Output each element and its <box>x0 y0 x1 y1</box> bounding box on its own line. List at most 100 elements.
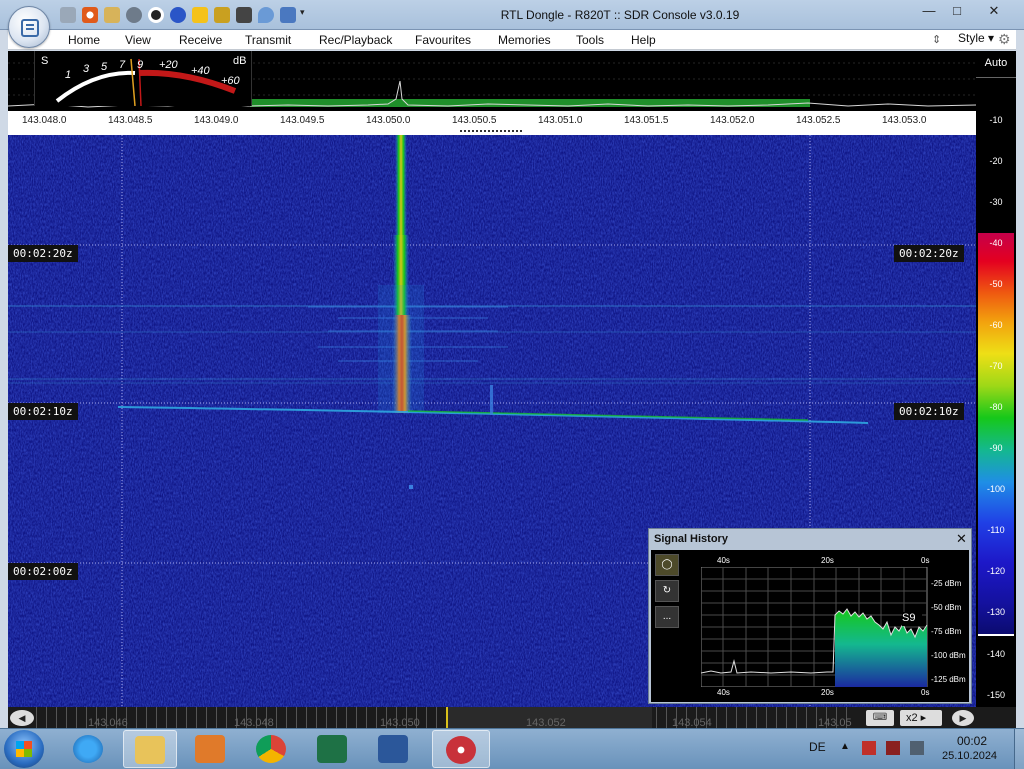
db-tick: -130 <box>986 607 1005 617</box>
camera-icon[interactable] <box>236 7 252 23</box>
tray-flag-icon[interactable] <box>886 741 900 755</box>
auto-button[interactable]: Auto <box>976 57 1016 69</box>
signal-history-title: Signal History <box>654 533 728 545</box>
word-icon <box>378 735 408 763</box>
more-options-button[interactable]: ... <box>655 606 679 628</box>
signal-history-close-button[interactable]: ✕ <box>956 531 967 547</box>
menu-memories[interactable]: Memories <box>498 33 551 47</box>
zoom-selector[interactable]: x2 ▸ <box>900 710 942 726</box>
signal-history-panel: Signal History ✕ ◯ ↻ ... 40s 20s 0s 40s … <box>648 528 972 704</box>
taskbar-chrome[interactable] <box>245 730 299 768</box>
taskbar-explorer[interactable] <box>123 730 177 768</box>
time-label-top: 20s <box>821 556 834 565</box>
splitter-grip[interactable] <box>460 130 522 132</box>
bottom-frequency-bar[interactable]: ◀ 143.046 143.048 143.050 143.052 143.05… <box>8 707 1016 729</box>
dbm-label: -25 dBm <box>931 579 962 588</box>
s-scale-3: 3 <box>83 63 90 75</box>
freq-tick: 143.048.5 <box>108 115 153 126</box>
start-button[interactable] <box>4 730 44 768</box>
lock-icon[interactable] <box>214 7 230 23</box>
signal-history-graph <box>701 567 928 687</box>
menu-favourites[interactable]: Favourites <box>415 33 471 47</box>
clock-date[interactable]: 25.10.2024 <box>942 750 997 762</box>
menu-tools[interactable]: Tools <box>576 33 604 47</box>
db-label: dB <box>233 55 247 67</box>
freq-tick: 143.049.5 <box>280 115 325 126</box>
minimize-button[interactable]: — <box>916 2 942 22</box>
keyboard-icon[interactable]: ⌨ <box>866 710 894 726</box>
settings-gear-icon[interactable]: ⚙ <box>998 31 1011 48</box>
taskbar-media-player[interactable] <box>184 730 238 768</box>
taskbar-internet-explorer[interactable] <box>62 730 116 768</box>
close-button[interactable]: ✕ <box>972 2 1016 22</box>
stop-icon[interactable] <box>148 7 164 23</box>
application-button[interactable] <box>8 6 50 48</box>
s-scale-1: 1 <box>65 69 72 81</box>
menu-transmit[interactable]: Transmit <box>245 33 291 47</box>
show-hidden-icons[interactable]: ▲ <box>840 741 850 752</box>
db-tick: -140 <box>986 649 1005 659</box>
s-scale-7: 7 <box>119 59 126 71</box>
plus40-label: +40 <box>191 65 210 77</box>
spectrum-display[interactable]: S dB 1 3 5 7 9 +20 +40 +60 143.048.0 143… <box>8 51 976 129</box>
menu-help[interactable]: Help <box>631 33 656 47</box>
scroll-left-button[interactable]: ◀ <box>10 710 34 726</box>
add-icon[interactable] <box>170 7 186 23</box>
tray-display-icon[interactable] <box>910 741 924 755</box>
menu-rec-playback[interactable]: Rec/Playback <box>319 33 392 47</box>
record-icon[interactable]: ◯ <box>655 554 679 576</box>
taskbar-excel[interactable] <box>306 730 360 768</box>
freq-tick: 143.052.0 <box>710 115 755 126</box>
freq-tick: 143.053.0 <box>882 115 927 126</box>
style-menu[interactable]: Style ▾ <box>958 31 994 45</box>
home-icon[interactable] <box>60 7 76 23</box>
zoom-value: x2 <box>906 712 918 724</box>
reset-icon[interactable]: ↻ <box>655 580 679 602</box>
clock-time[interactable]: 00:02 <box>957 734 987 748</box>
lifebuoy-icon[interactable] <box>82 7 98 23</box>
db-tick: -150 <box>986 690 1005 700</box>
windows-logo-icon <box>16 741 32 757</box>
dbm-label: -75 dBm <box>931 627 962 636</box>
db-tick: -30 <box>989 197 1003 207</box>
undo-icon[interactable] <box>280 7 296 23</box>
menu-view[interactable]: View <box>125 33 151 47</box>
maximize-button[interactable]: □ <box>944 2 970 22</box>
freq-tick: 143.050.0 <box>366 115 411 126</box>
freq-tick: 143.051.5 <box>624 115 669 126</box>
dbm-label: -100 dBm <box>931 651 966 660</box>
scroll-right-button[interactable]: ▶ <box>952 710 974 726</box>
chevron-down-icon[interactable]: ▾ <box>300 7 308 23</box>
media-player-icon <box>195 735 225 763</box>
dbm-label: -125 dBm <box>931 675 966 684</box>
db-scale[interactable]: Auto -10 -20 -30 -40 -50 -60 -70 -80 -90… <box>976 51 1016 727</box>
favourite-star-icon[interactable] <box>192 7 208 23</box>
freq-tick: 143.050.5 <box>452 115 497 126</box>
tray-network-icon[interactable] <box>862 741 876 755</box>
db-tick: -40 <box>989 238 1003 248</box>
show-desktop-button[interactable] <box>1014 729 1024 769</box>
db-tick: -20 <box>989 156 1003 166</box>
language-indicator[interactable]: DE <box>809 740 826 754</box>
menu-home[interactable]: Home <box>68 33 100 47</box>
db-tick: -80 <box>989 402 1003 412</box>
db-tick: -110 <box>987 525 1005 535</box>
folder-icon[interactable] <box>104 7 120 23</box>
db-tick: -60 <box>989 320 1003 330</box>
s-meter: S dB 1 3 5 7 9 +20 +40 +60 <box>34 51 252 106</box>
style-toggle-icon[interactable]: ⇕ <box>932 33 941 46</box>
waterfall-time-left: 00:02:00z <box>8 563 78 580</box>
s-reading: S9 <box>902 612 922 626</box>
db-tick: -70 <box>989 361 1003 371</box>
menu-receive[interactable]: Receive <box>179 33 222 47</box>
play-icon[interactable] <box>126 7 142 23</box>
taskbar-word[interactable] <box>367 730 421 768</box>
freq-tick: 143.048.0 <box>22 115 67 126</box>
drop-icon[interactable] <box>258 7 274 23</box>
chrome-icon <box>256 735 286 763</box>
db-tick: -100 <box>986 484 1005 494</box>
taskbar-sdr-console[interactable] <box>432 730 490 768</box>
frequency-scale[interactable]: 143.048.0 143.048.5 143.049.0 143.049.5 … <box>8 111 976 129</box>
window-title: RTL Dongle - R820T :: SDR Console v3.0.1… <box>500 8 740 22</box>
style-label: Style <box>958 31 985 45</box>
